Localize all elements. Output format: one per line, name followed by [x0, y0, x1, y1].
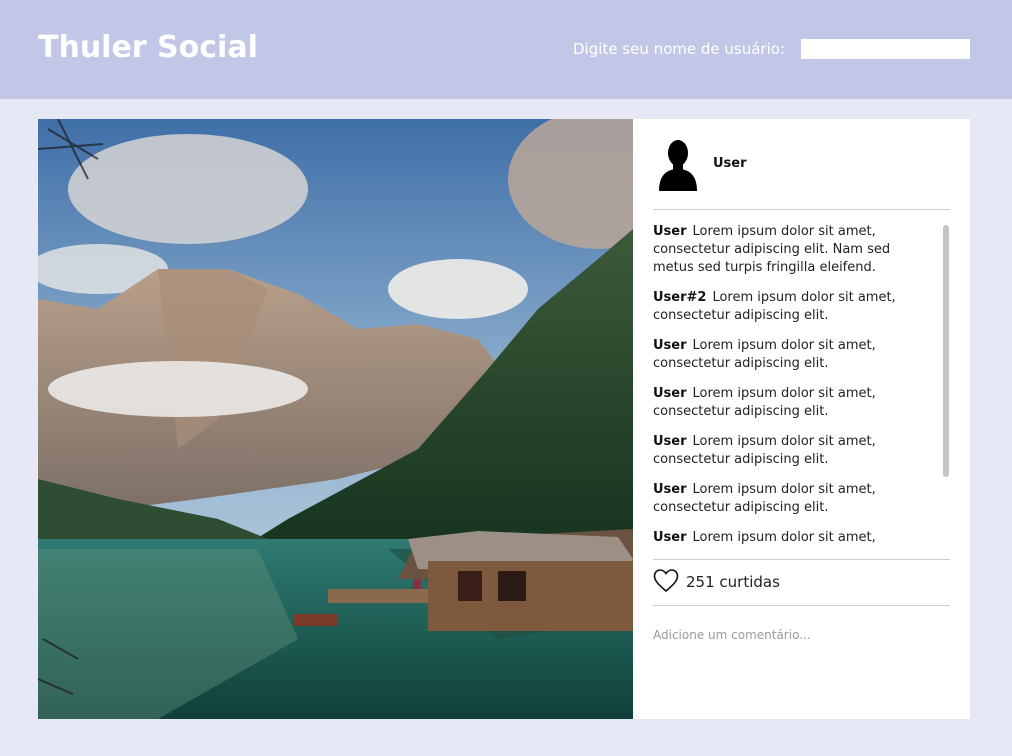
post-author-header: User	[653, 137, 950, 193]
username-input[interactable]	[801, 39, 970, 59]
comment-item: User Lorem ipsum dolor sit amet, consecte…	[653, 223, 933, 277]
app-title: Thuler Social	[38, 30, 258, 65]
comment-item: User Lorem ipsum dolor sit amet, consecte…	[653, 337, 933, 373]
heart-icon[interactable]	[653, 568, 679, 594]
divider	[653, 209, 950, 210]
user-silhouette-icon	[659, 140, 697, 191]
comment-author[interactable]: User	[653, 224, 687, 239]
comment-author[interactable]: User	[653, 386, 687, 401]
app-header: Thuler Social Digite seu nome de usuário…	[0, 0, 1012, 99]
divider	[653, 559, 950, 560]
post-panel: User User Lorem ipsum dolor sit amet, con…	[633, 119, 970, 719]
likes-row: 251 curtidas	[653, 568, 950, 596]
comment-item: User Lorem ipsum dolor sit amet, consecte…	[653, 433, 933, 469]
likes-count: 251 curtidas	[686, 573, 780, 591]
post-author-name[interactable]: User	[713, 156, 747, 171]
post-image	[38, 119, 633, 719]
landscape-photo	[38, 119, 633, 719]
comment-item: User Lorem ipsum dolor sit amet,	[653, 529, 933, 547]
comment-author[interactable]: User	[653, 434, 687, 449]
comment-text: Lorem ipsum dolor sit amet, consectetur …	[653, 224, 891, 275]
comment-list[interactable]: User Lorem ipsum dolor sit amet, consecte…	[653, 223, 933, 548]
username-label: Digite seu nome de usuário:	[573, 40, 785, 58]
comment-item: User#2 Lorem ipsum dolor sit amet, consec…	[653, 289, 933, 325]
divider	[653, 605, 950, 606]
comment-scrollbar[interactable]	[943, 225, 949, 477]
comment-item: User Lorem ipsum dolor sit amet, consecte…	[653, 385, 933, 421]
comment-author[interactable]: User	[653, 338, 687, 353]
comment-author[interactable]: User	[653, 530, 687, 545]
add-comment-input[interactable]	[653, 624, 950, 646]
comment-author[interactable]: User	[653, 482, 687, 497]
comment-author[interactable]: User#2	[653, 290, 706, 305]
comment-text: Lorem ipsum dolor sit amet,	[692, 530, 876, 545]
comment-item: User Lorem ipsum dolor sit amet, consecte…	[653, 481, 933, 517]
